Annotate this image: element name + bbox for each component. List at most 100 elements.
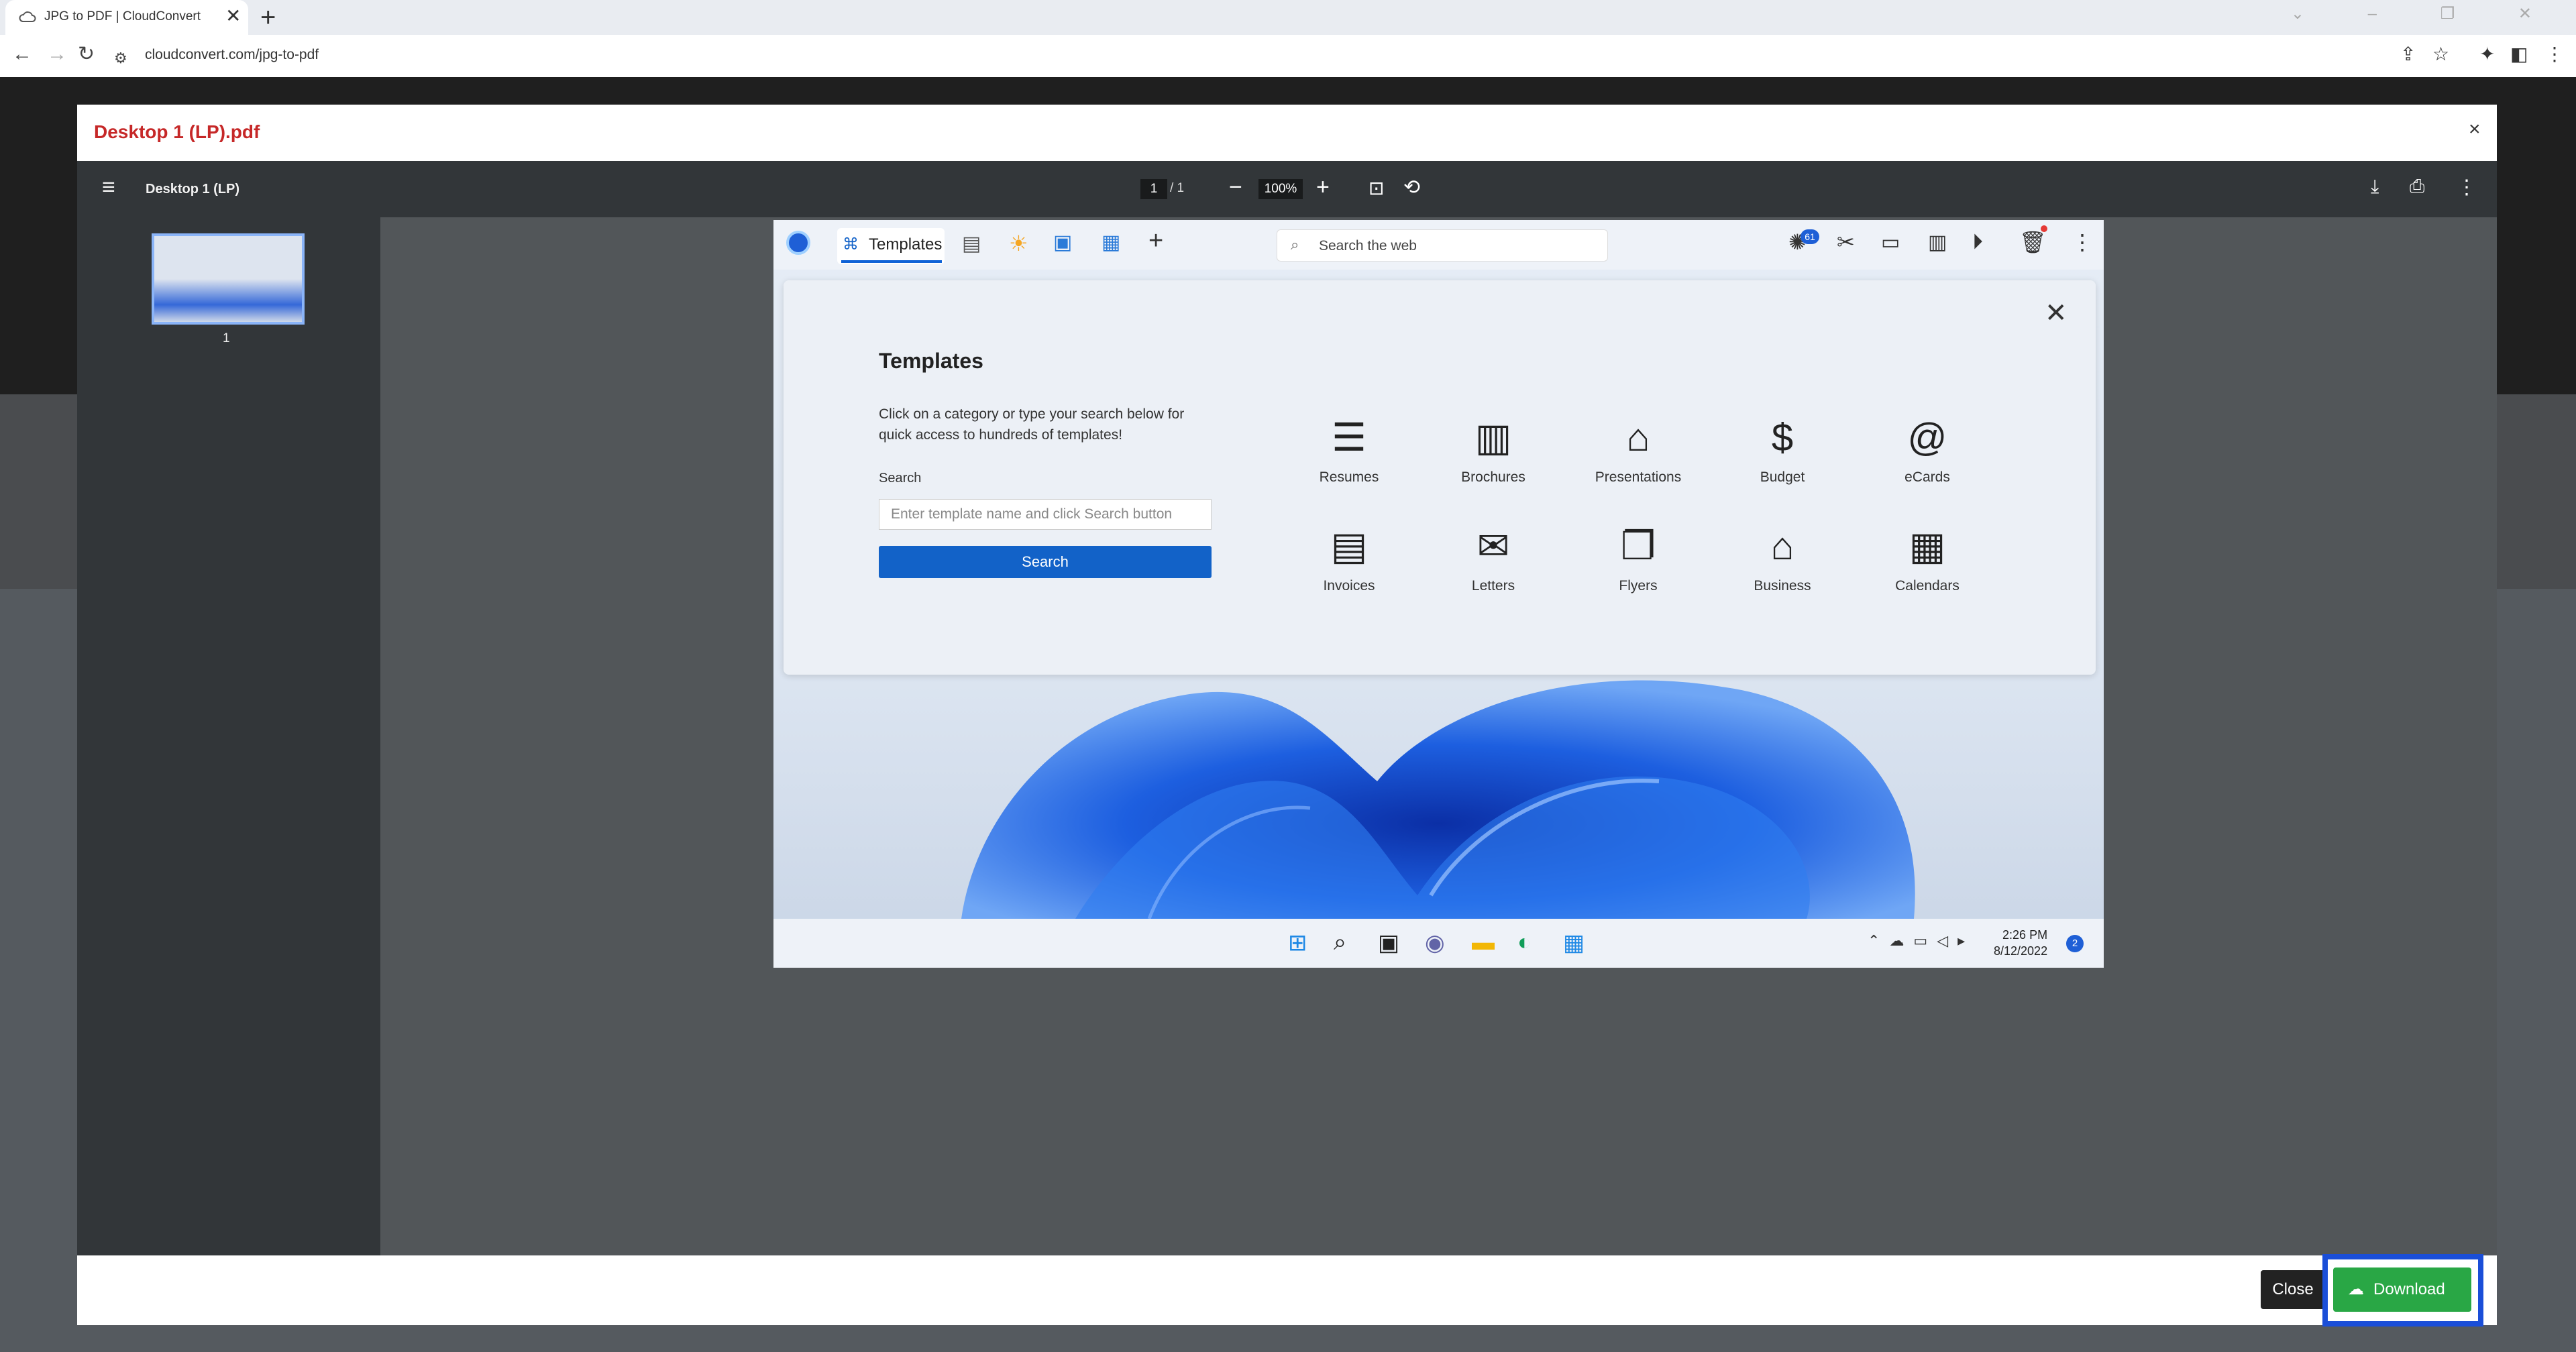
- cloud-icon: [19, 9, 36, 24]
- add-tab-icon[interactable]: +: [1148, 227, 1163, 256]
- modal-close-icon[interactable]: ×: [2469, 118, 2481, 141]
- templates-close-icon[interactable]: ✕: [2045, 298, 2068, 329]
- wallpaper-bloom: [773, 674, 2104, 919]
- templates-search-button[interactable]: Search: [879, 546, 1212, 578]
- brochure-icon: ▥: [1474, 416, 1512, 459]
- zoom-out-icon[interactable]: −: [1229, 174, 1242, 201]
- templates-search-label: Search: [879, 471, 922, 486]
- category-label: Budget: [1760, 469, 1805, 485]
- system-tray-icons[interactable]: ⌃☁▭◁▸: [1868, 932, 1974, 950]
- taskbar-clock[interactable]: 2:26 PM 8/12/2022: [1994, 927, 2047, 959]
- modal-header: [77, 105, 2497, 162]
- forward-icon[interactable]: →: [47, 44, 67, 64]
- zoom-in-icon[interactable]: +: [1316, 174, 1330, 201]
- window-controls[interactable]: ⌄ – ❐ ✕: [2291, 4, 2561, 23]
- teams-icon[interactable]: ◉: [1425, 929, 1445, 956]
- notification-dot: [2041, 225, 2047, 232]
- windows-start-icon[interactable]: ⊞: [1288, 929, 1307, 956]
- weather-icon[interactable]: ☀: [1009, 231, 1028, 256]
- star-icon[interactable]: ☆: [2432, 43, 2449, 65]
- category-label: Business: [1754, 578, 1811, 594]
- more-icon[interactable]: ⋮: [2072, 229, 2093, 255]
- store-icon[interactable]: ▦: [1563, 929, 1585, 956]
- templates-title: Templates: [879, 349, 983, 373]
- scissors-icon[interactable]: ✂: [1837, 229, 1855, 255]
- outlook-icon[interactable]: ▤: [962, 232, 981, 256]
- play-icon[interactable]: ⏵: [1972, 229, 1983, 255]
- hamburger-menu-icon[interactable]: ≡: [102, 176, 115, 199]
- fit-page-icon[interactable]: ⊡: [1368, 177, 1384, 199]
- business-icon: ⌂: [1770, 524, 1794, 568]
- reload-icon[interactable]: ↻: [78, 44, 95, 64]
- video-icon[interactable]: ▭: [1881, 231, 1900, 254]
- share-icon[interactable]: ⇪: [2400, 43, 2416, 65]
- category-resumes[interactable]: ☰ Resumes: [1295, 414, 1403, 486]
- url-field[interactable]: cloudconvert.com/jpg-to-pdf: [145, 47, 319, 63]
- pdf-thumbnail-sidebar: [77, 217, 380, 1255]
- calendar-icon: ▦: [1909, 524, 1946, 568]
- clock-date: 8/12/2022: [1994, 944, 2048, 958]
- category-label: Brochures: [1461, 469, 1525, 485]
- address-bar: [0, 35, 2576, 78]
- category-flyers[interactable]: ❐ Flyers: [1585, 523, 1692, 594]
- clock-time: 2:26 PM: [2002, 928, 2048, 942]
- category-label: eCards: [1904, 469, 1950, 485]
- page-number-input[interactable]: 1: [1140, 179, 1167, 199]
- task-view-icon[interactable]: ▣: [1378, 929, 1399, 956]
- templates-search-placeholder: Enter template name and click Search but…: [891, 506, 1173, 522]
- category-calendars[interactable]: ▦ Calendars: [1874, 523, 1981, 594]
- download-button[interactable]: ☁ Download: [2333, 1268, 2471, 1312]
- templates-tab-icon: ⌘: [843, 235, 859, 253]
- presentation-icon: ⌂: [1626, 416, 1650, 459]
- templates-description: Click on a category or type your search …: [879, 406, 1185, 443]
- category-label: Presentations: [1595, 469, 1682, 485]
- close-button[interactable]: Close: [2261, 1270, 2325, 1309]
- tab-close-icon[interactable]: ✕: [225, 7, 241, 25]
- category-presentations[interactable]: ⌂ Presentations: [1585, 414, 1692, 486]
- notification-badge[interactable]: 2: [2066, 935, 2084, 952]
- category-brochures[interactable]: ▥ Brochures: [1440, 414, 1547, 486]
- resume-icon: ☰: [1332, 416, 1366, 459]
- modal-footer: [77, 1255, 2497, 1325]
- invoice-icon: ▤: [1330, 524, 1368, 568]
- rotate-icon[interactable]: ⟲: [1403, 176, 1420, 199]
- category-budget[interactable]: $ Budget: [1729, 414, 1836, 486]
- copilot-icon[interactable]: [786, 231, 810, 255]
- category-label: Invoices: [1323, 578, 1375, 594]
- search-icon: ⌕: [1291, 236, 1299, 253]
- new-tab-button[interactable]: +: [260, 4, 276, 31]
- modal-title: Desktop 1 (LP).pdf: [94, 121, 260, 142]
- taskbar-search-icon[interactable]: ⌕: [1334, 929, 1346, 956]
- sidepanel-icon[interactable]: ◧: [2510, 43, 2528, 65]
- file-explorer-icon[interactable]: ▬: [1472, 929, 1495, 956]
- letter-icon: ✉: [1477, 524, 1510, 568]
- page-thumbnail[interactable]: [152, 233, 305, 325]
- calculator-icon[interactable]: ▦: [1102, 231, 1120, 254]
- category-letters[interactable]: ✉ Letters: [1440, 523, 1547, 594]
- photos-icon[interactable]: ▣: [1053, 231, 1072, 254]
- clipboard-icon[interactable]: ▥: [1928, 231, 1947, 254]
- browser-tab-bar: [0, 0, 2576, 35]
- back-icon[interactable]: ←: [12, 44, 32, 64]
- trash-icon[interactable]: 🗑: [2019, 229, 2047, 255]
- flyer-icon: ❐: [1621, 524, 1656, 568]
- rewards-badge: 61: [1801, 229, 1819, 244]
- browser-menu-icon[interactable]: ⋮: [2545, 43, 2564, 65]
- category-invoices[interactable]: ▤ Invoices: [1295, 523, 1403, 594]
- active-tab-indicator: [841, 260, 942, 263]
- browser-tab-title: JPG to PDF | CloudConvert: [44, 9, 201, 23]
- site-info-icon[interactable]: ⚙: [114, 48, 127, 68]
- category-label: Resumes: [1319, 469, 1379, 485]
- category-business[interactable]: ⌂ Business: [1729, 523, 1836, 594]
- category-label: Flyers: [1619, 578, 1658, 594]
- cloud-download-icon: ☁: [2348, 1280, 2364, 1298]
- pdf-more-icon[interactable]: ⋮: [2457, 176, 2477, 199]
- ecard-icon: @: [1907, 416, 1947, 459]
- pdf-download-icon[interactable]: ⤓: [2371, 176, 2379, 198]
- extensions-icon[interactable]: ✦: [2479, 43, 2495, 65]
- print-icon[interactable]: ⎙: [2410, 176, 2424, 198]
- edge-icon[interactable]: ◐: [1517, 929, 1532, 956]
- category-ecards[interactable]: @ eCards: [1874, 414, 1981, 486]
- templates-tab-label: Templates: [869, 235, 943, 253]
- zoom-level-input[interactable]: 100%: [1258, 179, 1303, 199]
